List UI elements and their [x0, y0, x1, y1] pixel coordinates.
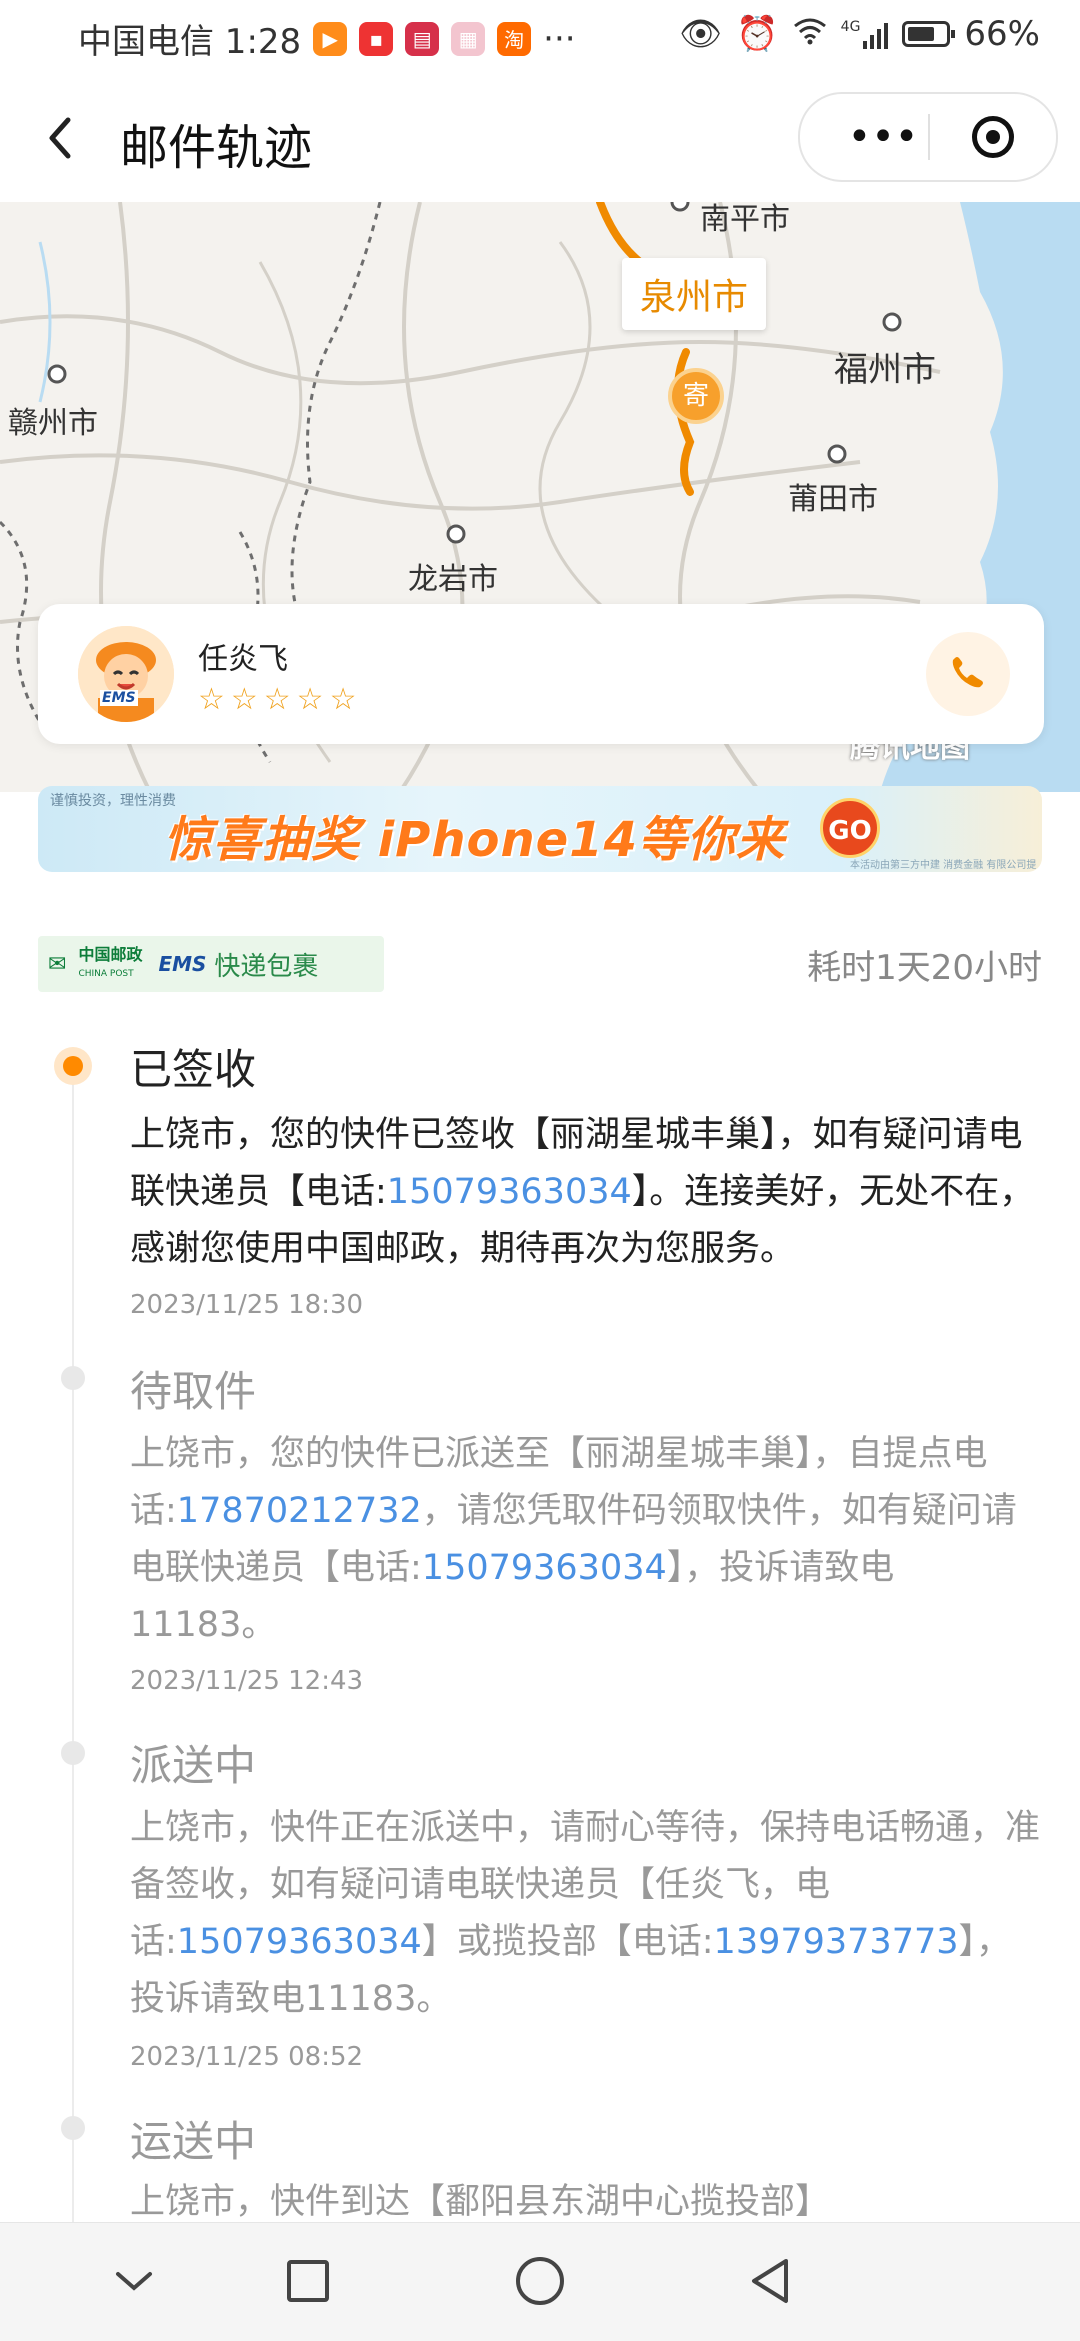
banner-fine-print: 本活动由第三方中建 消费金融 有限公司提供: [850, 860, 1037, 871]
promo-banner[interactable]: 谨慎投资，理性消费 惊喜抽奖 iPhone14等你来 GO 本活动由第三方中建 …: [38, 786, 1042, 872]
carrier-tag: ✉ 中国邮政 CHINA POST EMS 快递包裹: [38, 936, 384, 992]
status-left: 中国电信 1:28 ▶ ▪ ▤ ▦ 淘 ···: [78, 14, 576, 63]
capsule-divider: [928, 114, 930, 160]
back-button[interactable]: [40, 110, 80, 166]
collapse-button[interactable]: [104, 2251, 164, 2311]
eye-icon: 👁: [679, 14, 723, 54]
miniapp-capsule: •••: [798, 92, 1058, 182]
wifi-icon: [793, 14, 827, 54]
timeline-line: [72, 1070, 74, 2240]
timeline-dot: [61, 2116, 85, 2140]
event-time: 2023/11/25 18:30: [130, 1290, 364, 1320]
china-post-name: 中国邮政: [78, 944, 143, 964]
status-right: 👁 ⏰ 4G 66%: [679, 14, 1040, 54]
ems-logo: EMS: [158, 952, 207, 976]
system-nav-bar: [0, 2222, 1080, 2341]
phone-icon: [948, 652, 988, 696]
huawei-app-icon: ▪: [359, 21, 394, 56]
banner-headline: 惊喜抽奖 iPhone14等你来: [164, 812, 786, 868]
event-description: 上饶市，您的快件已签收【丽湖星城丰巢】，如有疑问请电联快递员【电话:150793…: [130, 1115, 1035, 1269]
event-time: 2023/11/25 12:43: [130, 1666, 364, 1696]
package-type: 快递包裹: [214, 951, 319, 982]
courier-rating-stars[interactable]: ☆☆☆☆☆: [198, 682, 362, 717]
home-button[interactable]: [510, 2251, 570, 2311]
gift-app-icon: ▦: [451, 21, 486, 56]
banner-go-button[interactable]: GO: [820, 798, 880, 858]
call-courier-button[interactable]: [926, 632, 1010, 716]
recents-button[interactable]: [278, 2251, 338, 2311]
china-post-logo: 中国邮政 CHINA POST: [78, 944, 143, 982]
event-description: 上饶市，快件正在派送中，请耐心等待，保持电话畅通，准备签收，如有疑问请电联快递员…: [130, 1808, 1041, 2019]
courier-card: EMS 任炎飞 ☆☆☆☆☆: [38, 604, 1044, 744]
signal-icon: 4G: [841, 19, 889, 49]
book-app-icon: ▤: [405, 21, 440, 56]
courier-name: 任炎飞: [198, 642, 288, 677]
event-title: 已签收: [130, 1045, 257, 1094]
battery-percent: 66%: [964, 14, 1040, 54]
timeline-dot-active: [54, 1047, 92, 1085]
sender-pin-marker[interactable]: 寄: [668, 368, 724, 424]
battery-icon: [902, 21, 956, 47]
video-app-icon: ▶: [313, 21, 348, 56]
more-notifications-icon: ···: [543, 18, 576, 59]
event-title: 派送中: [130, 1741, 257, 1790]
china-post-logo-icon: ✉: [48, 951, 67, 977]
timeline-dot: [61, 1741, 85, 1765]
phone-link[interactable]: 15079363034: [422, 1548, 667, 1588]
courier-avatar: EMS: [78, 626, 174, 722]
carrier-time: 中国电信 1:28: [78, 22, 302, 62]
ems-badge: EMS: [100, 690, 138, 706]
nav-bar: 邮件轨迹 •••: [0, 72, 1080, 202]
phone-link[interactable]: 13979373773: [714, 1922, 959, 1962]
taobao-app-icon: 淘: [497, 21, 532, 56]
phone-link[interactable]: 15079363034: [177, 1922, 422, 1962]
china-post-en: CHINA POST: [78, 968, 134, 979]
transit-duration: 耗时1天20小时: [807, 948, 1042, 988]
map-city-label: 龙岩市: [408, 562, 498, 597]
status-bar: 中国电信 1:28 ▶ ▪ ▤ ▦ 淘 ··· 👁 ⏰ 4G 66%: [0, 0, 1080, 72]
banner-disclaimer: 谨慎投资，理性消费: [50, 793, 176, 809]
pin-city-label: 泉州市: [622, 258, 767, 330]
event-title: 运送中: [130, 2117, 257, 2166]
event-title: 待取件: [130, 1367, 257, 1416]
map-city-label: 赣州市: [8, 406, 98, 441]
map-city-label: 福州市: [834, 350, 936, 390]
phone-link[interactable]: 15079363034: [387, 1172, 632, 1212]
sender-pin-char: 寄: [682, 381, 709, 411]
back-nav-button[interactable]: [740, 2251, 800, 2311]
page-title: 邮件轨迹: [120, 120, 313, 176]
timeline-dot: [61, 1366, 85, 1390]
event-time: 2023/11/25 08:52: [130, 2042, 364, 2072]
phone-link[interactable]: 17870212732: [177, 1491, 422, 1531]
event-description: 上饶市，您的快件已派送至【丽湖星城丰巢】，自提点电话:17870212732，请…: [130, 1434, 1017, 1645]
close-miniapp-button[interactable]: [972, 116, 1014, 158]
alarm-icon: ⏰: [736, 14, 779, 54]
map-city-label: 莆田市: [788, 482, 878, 517]
map-city-label: 南平市: [700, 202, 790, 237]
more-button[interactable]: •••: [838, 112, 928, 162]
